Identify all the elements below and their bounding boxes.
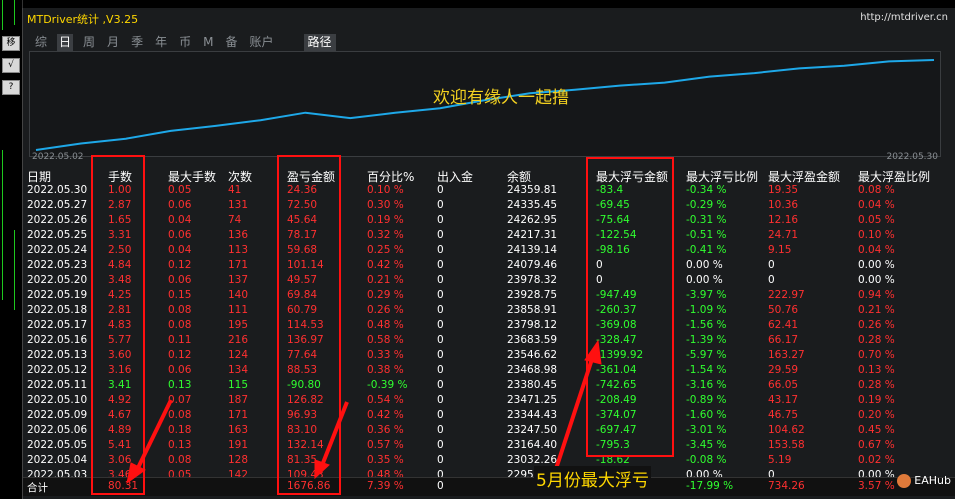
candle-wick xyxy=(14,0,15,25)
candle-wick xyxy=(2,150,3,300)
left-chart-strip: 移 √ ? xyxy=(0,0,23,499)
check-button[interactable]: √ xyxy=(2,58,20,73)
move-button[interactable]: 移 xyxy=(2,36,20,51)
candle-wick xyxy=(14,230,15,310)
candle-wick xyxy=(2,0,3,30)
annotation-arrows xyxy=(126,339,602,485)
arrow-icon xyxy=(126,339,602,485)
help-button[interactable]: ? xyxy=(2,80,20,95)
stats-panel: MTDriver统计 ,V3.25 http://mtdriver.cn 综日周… xyxy=(22,8,955,499)
watermark-logo-icon xyxy=(896,474,911,488)
annotation-note: 5月份最大浮亏 xyxy=(534,466,651,491)
watermark: EAHub xyxy=(896,474,951,488)
